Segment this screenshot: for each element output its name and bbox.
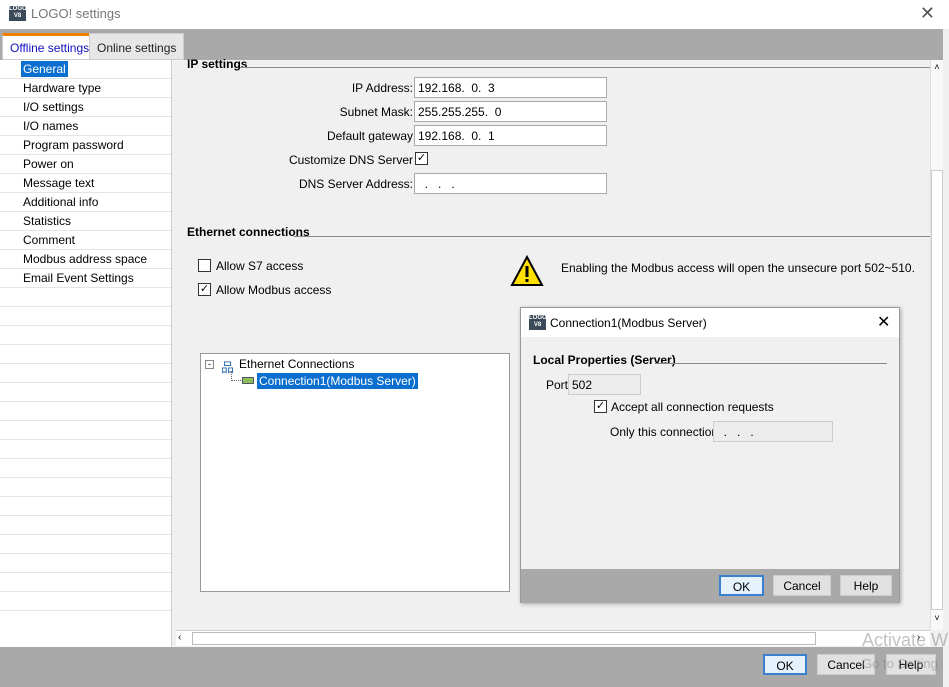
default-gateway-input[interactable]: 192.168. 0. 1 <box>414 125 607 146</box>
title-bar: LOGO V8 LOGO! settings ✕ <box>0 0 949 29</box>
sidebar-item-label: General <box>21 61 68 77</box>
dialog-title: Connection1(Modbus Server) <box>550 316 707 330</box>
sidebar: General Hardware type I/O settings I/O n… <box>0 60 172 647</box>
subnet-mask-input[interactable]: 255.255.255. 0 <box>414 101 607 122</box>
default-gateway-label: Default gateway <box>326 129 413 143</box>
tree-item-connection1[interactable]: Connection1(Modbus Server) <box>257 373 418 389</box>
collapse-icon[interactable]: - <box>205 360 214 369</box>
footer-bar: OK Cancel Help <box>0 647 943 687</box>
dialog-help-button[interactable]: Help <box>840 575 892 596</box>
local-properties-heading: Local Properties (Server) <box>533 353 676 367</box>
vertical-scrollbar[interactable]: ˄ ˅ <box>930 60 943 630</box>
sidebar-item-label: Message text <box>23 176 95 190</box>
sidebar-item-message-text[interactable]: Message text <box>0 174 171 193</box>
sidebar-item-label: Statistics <box>23 214 72 228</box>
sidebar-item-comment[interactable]: Comment <box>0 231 171 250</box>
scroll-thumb[interactable] <box>192 632 816 645</box>
logo-icon: LOGO V8 <box>9 6 27 21</box>
tree-item-ethernet-connections[interactable]: Ethernet Connections <box>239 357 354 371</box>
sidebar-item-modbus-address-space[interactable]: Modbus address space <box>0 250 171 269</box>
ip-address-label: IP Address: <box>351 81 413 95</box>
connection-dialog: LOGO V8 Connection1(Modbus Server) ✕ Loca… <box>520 307 900 603</box>
watermark-settings: Go to Setting <box>862 656 938 671</box>
dialog-button-bar: OK Cancel Help <box>521 569 899 603</box>
sidebar-item-label: I/O names <box>23 119 79 133</box>
scroll-up-icon[interactable]: ˄ <box>931 62 943 72</box>
scroll-thumb[interactable] <box>931 170 943 610</box>
sidebar-item-statistics[interactable]: Statistics <box>0 212 171 231</box>
tab-offline-settings[interactable]: Offline settings <box>2 33 98 60</box>
modbus-warning-text: Enabling the Modbus access will open the… <box>561 261 915 275</box>
sidebar-empty-rows <box>0 288 171 628</box>
divider <box>655 363 887 364</box>
subnet-mask-label: Subnet Mask: <box>339 105 413 119</box>
sidebar-item-label: Additional info <box>23 195 99 209</box>
sidebar-item-label: Email Event Settings <box>23 271 134 285</box>
ethernet-connections-heading: Ethernet connections <box>187 225 310 239</box>
allow-modbus-checkbox[interactable]: ✓ <box>198 283 211 296</box>
tab-online-settings[interactable]: Online settings <box>89 33 185 60</box>
sidebar-item-hardware-type[interactable]: Hardware type <box>0 79 171 98</box>
window-title: LOGO! settings <box>31 6 121 21</box>
scroll-left-icon[interactable]: ‹ <box>178 632 181 643</box>
sidebar-item-label: Power on <box>23 157 74 171</box>
sidebar-item-io-settings[interactable]: I/O settings <box>0 98 171 117</box>
scroll-down-icon[interactable]: ˅ <box>931 613 943 623</box>
sidebar-item-email-event-settings[interactable]: Email Event Settings <box>0 269 171 288</box>
allow-modbus-label: Allow Modbus access <box>216 283 332 297</box>
ok-button[interactable]: OK <box>763 654 807 675</box>
sidebar-item-general[interactable]: General <box>0 60 171 79</box>
tree-connector <box>231 371 241 381</box>
only-this-connection-input[interactable]: . . . <box>713 421 833 442</box>
customize-dns-checkbox[interactable]: ✓ <box>415 152 428 165</box>
sidebar-item-label: I/O settings <box>23 100 84 114</box>
allow-s7-label: Allow S7 access <box>216 259 304 273</box>
connections-tree: - 品 Ethernet Connections Connection1(Mod… <box>200 353 510 592</box>
sidebar-item-label: Comment <box>23 233 76 247</box>
customize-dns-label: Customize DNS Server <box>288 153 413 167</box>
sidebar-item-power-on[interactable]: Power on <box>0 155 171 174</box>
sidebar-item-label: Hardware type <box>23 81 102 95</box>
watermark-activate: Activate W <box>862 630 949 650</box>
dns-server-label: DNS Server Address: <box>298 177 413 191</box>
warning-icon <box>510 255 544 286</box>
ip-address-input[interactable]: 192.168. 0. 3 <box>414 77 607 98</box>
ip-settings-heading: IP settings <box>187 57 248 71</box>
close-icon[interactable]: ✕ <box>920 3 935 24</box>
dialog-close-icon[interactable]: ✕ <box>877 312 890 332</box>
connection-icon <box>242 377 254 384</box>
divider <box>294 236 930 237</box>
sidebar-item-label: Program password <box>23 138 124 152</box>
port-input[interactable]: 502 <box>568 374 641 395</box>
dialog-ok-button[interactable]: OK <box>719 575 764 596</box>
accept-all-checkbox[interactable]: ✓ <box>594 400 607 413</box>
sidebar-item-additional-info[interactable]: Additional info <box>0 193 171 212</box>
dialog-cancel-button[interactable]: Cancel <box>773 575 831 596</box>
horizontal-scrollbar[interactable]: ‹ › <box>176 630 930 646</box>
sidebar-item-io-names[interactable]: I/O names <box>0 117 171 136</box>
divider <box>240 67 930 68</box>
accept-all-label: Accept all connection requests <box>611 400 774 414</box>
logo-icon: LOGO V8 <box>529 315 547 330</box>
dns-server-input[interactable]: . . . <box>414 173 607 194</box>
sidebar-item-label: Modbus address space <box>23 252 148 266</box>
dialog-title-bar: LOGO V8 Connection1(Modbus Server) ✕ <box>521 308 899 337</box>
sidebar-item-program-password[interactable]: Program password <box>0 136 171 155</box>
tab-bar: Offline settings Online settings <box>0 29 943 60</box>
only-this-connection-label: Only this connection: <box>610 425 722 439</box>
allow-s7-checkbox[interactable] <box>198 259 211 272</box>
